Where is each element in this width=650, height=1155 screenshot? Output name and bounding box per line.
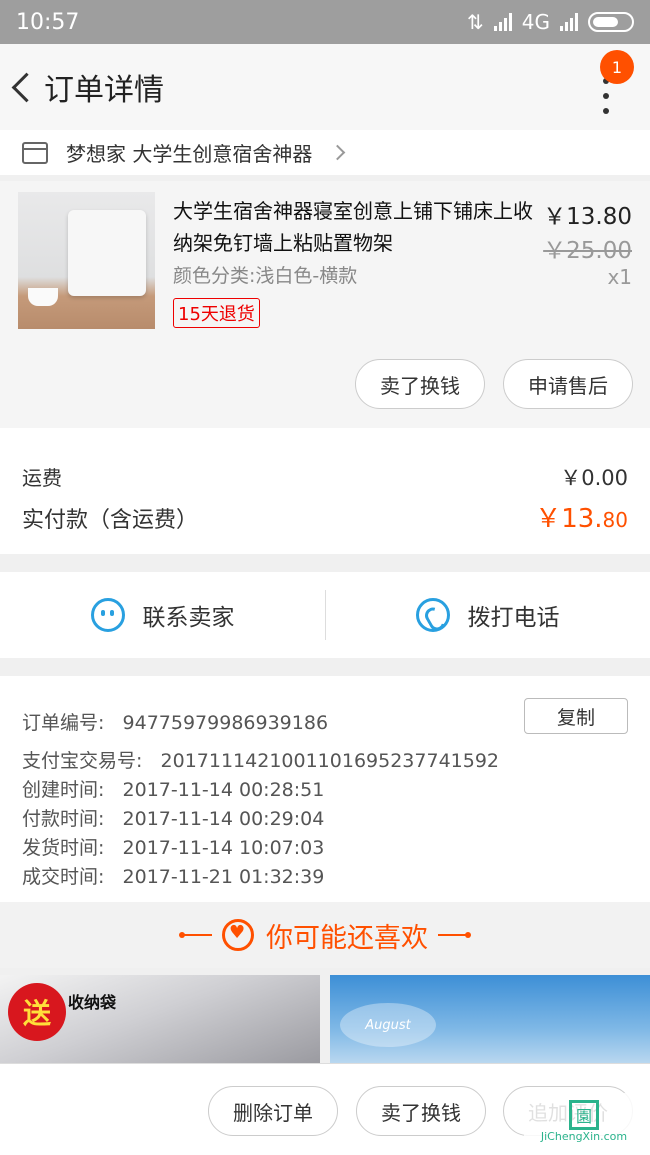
recommend-list: 送 收纳袋 August bbox=[0, 975, 650, 1065]
shipped-row: 发货时间: 2017-11-14 10:07:03 bbox=[22, 833, 324, 860]
created-label: 创建时间: bbox=[22, 779, 105, 801]
status-time: 10:57 bbox=[16, 9, 80, 35]
product-sku: 颜色分类:浅白色-横款 bbox=[173, 265, 358, 287]
product-original-price: ￥25.00 bbox=[543, 238, 632, 264]
order-number: 94775979986939186 bbox=[122, 712, 329, 734]
shop-row[interactable]: 梦想家 大学生创意宿舍神器 bbox=[0, 130, 650, 175]
contact-seller-label: 联系卖家 bbox=[142, 605, 235, 631]
chevron-right-icon bbox=[330, 144, 346, 161]
recommend-header: 你可能还喜欢 bbox=[0, 902, 650, 968]
recommend-item-label: 收纳袋 bbox=[68, 993, 117, 1012]
product-title[interactable]: 大学生宿舍神器寝室创意上铺下铺床上收纳架免钉墙上粘贴置物架 bbox=[173, 195, 533, 259]
contact-bar: 联系卖家 拨打电话 bbox=[0, 572, 650, 658]
created-time: 2017-11-14 00:28:51 bbox=[122, 779, 325, 801]
closed-time: 2017-11-21 01:32:39 bbox=[122, 866, 325, 888]
delete-order-button[interactable]: 删除订单 bbox=[208, 1086, 338, 1136]
after-sales-button[interactable]: 申请售后 bbox=[503, 359, 633, 409]
shipping-value: ￥0.00 bbox=[560, 466, 628, 490]
recommend-item[interactable]: 送 收纳袋 bbox=[0, 975, 320, 1065]
product-price: ￥13.80 bbox=[543, 204, 632, 230]
fee-section: 运费 ￥0.00 实付款（含运费） ￥13.80 bbox=[0, 428, 650, 554]
alipay-number: 2017111421001101695237741592 bbox=[160, 750, 500, 772]
signal-icon-2 bbox=[560, 13, 578, 31]
shipped-time: 2017-11-14 10:07:03 bbox=[122, 837, 325, 859]
watermark-logo: 園 JiChengXin.com bbox=[524, 1093, 644, 1149]
phone-icon bbox=[415, 598, 450, 632]
closed-row: 成交时间: 2017-11-21 01:32:39 bbox=[22, 862, 324, 889]
brand-logo: August bbox=[340, 1003, 436, 1047]
battery-icon bbox=[588, 12, 634, 32]
order-number-row: 订单编号: 94775979986939186 bbox=[22, 708, 328, 735]
divider-line bbox=[438, 932, 471, 938]
network-type: 4G bbox=[521, 10, 550, 34]
heart-icon bbox=[222, 919, 254, 951]
closed-label: 成交时间: bbox=[22, 866, 105, 888]
order-info: 订单编号: 94775979986939186 复制 支付宝交易号: 20171… bbox=[0, 676, 650, 902]
order-number-label: 订单编号: bbox=[22, 712, 105, 734]
copy-button[interactable]: 复制 bbox=[524, 698, 628, 734]
total-main: ￥13. bbox=[535, 504, 603, 534]
alipay-row: 支付宝交易号: 2017111421001101695237741592 bbox=[22, 746, 499, 773]
recommend-title: 你可能还喜欢 bbox=[266, 922, 428, 954]
notification-badge: 1 bbox=[600, 50, 634, 84]
total-cents: 80 bbox=[602, 508, 628, 532]
chat-icon bbox=[90, 598, 125, 632]
divider bbox=[325, 590, 326, 640]
watermark-site: JiChengXin.com bbox=[540, 1129, 628, 1143]
nav-bar: 订单详情 1 bbox=[0, 44, 650, 130]
gift-badge: 送 bbox=[8, 983, 66, 1041]
shop-icon bbox=[22, 141, 48, 164]
back-button[interactable] bbox=[0, 44, 44, 130]
status-bar: 10:57 ⇅ 4G bbox=[0, 0, 650, 44]
resell-button[interactable]: 卖了换钱 bbox=[355, 359, 485, 409]
paid-label: 付款时间: bbox=[22, 808, 105, 830]
shop-name: 梦想家 大学生创意宿舍神器 bbox=[66, 142, 313, 166]
page-title: 订单详情 bbox=[44, 73, 164, 108]
created-row: 创建时间: 2017-11-14 00:28:51 bbox=[22, 775, 324, 802]
product-image[interactable] bbox=[18, 192, 155, 329]
shelf-illustration bbox=[68, 210, 146, 296]
total-label: 实付款（含运费） bbox=[22, 508, 199, 533]
alipay-label: 支付宝交易号: bbox=[22, 750, 143, 772]
product-card: 大学生宿舍神器寝室创意上铺下铺床上收纳架免钉墙上粘贴置物架 颜色分类:浅白色-横… bbox=[0, 181, 650, 428]
call-phone-button[interactable]: 拨打电话 bbox=[325, 598, 650, 632]
cup-illustration bbox=[28, 288, 58, 306]
product-quantity: x1 bbox=[607, 265, 632, 289]
bottom-action-bar: 删除订单 卖了换钱 追加评价 園 JiChengXin.com bbox=[0, 1063, 650, 1155]
shipping-label: 运费 bbox=[22, 466, 62, 490]
contact-seller-button[interactable]: 联系卖家 bbox=[0, 598, 325, 632]
shipped-label: 发货时间: bbox=[22, 837, 105, 859]
call-phone-label: 拨打电话 bbox=[467, 605, 560, 631]
paid-time: 2017-11-14 00:29:04 bbox=[122, 808, 325, 830]
watermark-mark: 園 bbox=[569, 1099, 599, 1130]
status-indicators: ⇅ 4G bbox=[467, 10, 634, 34]
return-policy-badge: 15天退货 bbox=[173, 298, 260, 328]
data-transfer-icon: ⇅ bbox=[467, 10, 484, 34]
recommend-item[interactable]: August bbox=[330, 975, 650, 1065]
resell-button-bottom[interactable]: 卖了换钱 bbox=[356, 1086, 486, 1136]
divider-line bbox=[179, 932, 212, 938]
total-value: ￥13.80 bbox=[535, 498, 628, 535]
paid-row: 付款时间: 2017-11-14 00:29:04 bbox=[22, 804, 324, 831]
signal-icon bbox=[493, 13, 512, 31]
